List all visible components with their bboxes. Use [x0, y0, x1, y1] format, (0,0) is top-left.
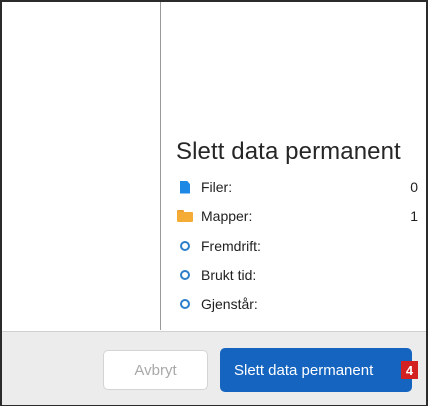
circle-icon: [177, 241, 193, 251]
step-badge: 4: [401, 361, 418, 379]
progress-label: Fremdrift:: [201, 238, 261, 254]
folders-count: 1: [410, 208, 418, 224]
folders-row: Mapper: 1: [177, 205, 418, 227]
remaining-row: Gjenstår:: [177, 293, 418, 315]
right-pane: Slett data permanent Filer: 0 Mapper: 1 …: [161, 2, 426, 330]
folder-icon: [177, 210, 193, 222]
cancel-button[interactable]: Avbryt: [103, 350, 208, 390]
remaining-label: Gjenstår:: [201, 296, 258, 312]
files-label: Filer:: [201, 179, 233, 195]
elapsed-label: Brukt tid:: [201, 267, 257, 283]
delete-permanently-button[interactable]: Slett data permanent: [220, 348, 412, 392]
circle-icon: [177, 299, 193, 309]
files-count: 0: [410, 179, 418, 195]
dialog-window: Slett data permanent Filer: 0 Mapper: 1 …: [0, 0, 428, 406]
progress-row: Fremdrift:: [177, 235, 418, 257]
dialog-footer: Avbryt Slett data permanent 4: [2, 331, 426, 405]
files-row: Filer: 0: [177, 176, 418, 198]
folders-label: Mapper:: [201, 208, 253, 224]
left-pane: [2, 2, 161, 330]
circle-icon: [177, 270, 193, 280]
file-icon: [177, 180, 193, 194]
elapsed-row: Brukt tid:: [177, 264, 418, 286]
dialog-title: Slett data permanent: [176, 138, 401, 165]
